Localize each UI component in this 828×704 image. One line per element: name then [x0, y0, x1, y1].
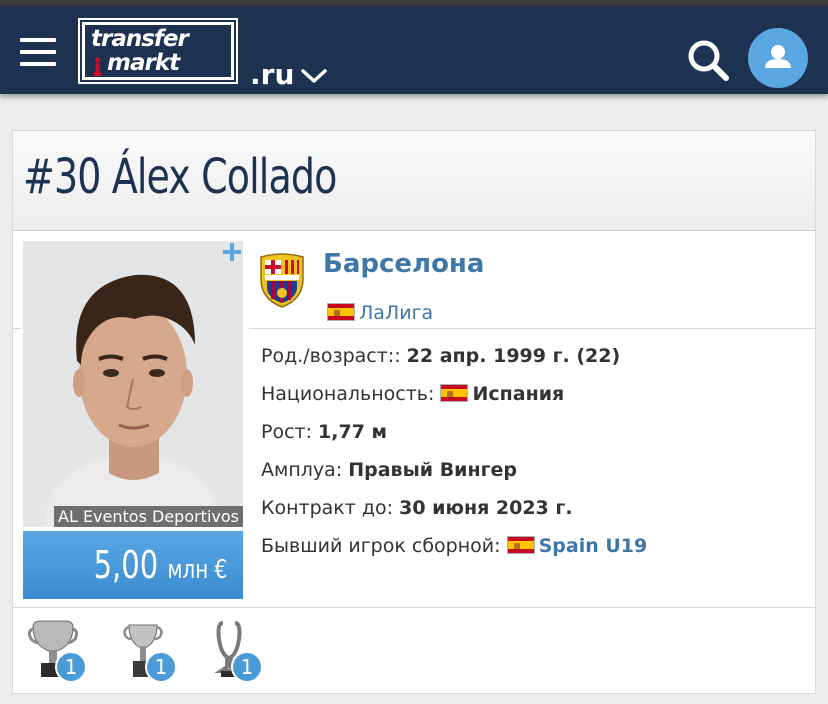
market-value: 5,00 млн € — [93, 543, 227, 587]
trophy-count-badge: 1 — [231, 651, 263, 683]
info-row-contract: Контракт до: 30 июня 2023 г. — [261, 497, 573, 519]
info-label: Рост: — [261, 421, 312, 443]
supercup-trophy-icon[interactable]: 1 — [203, 617, 263, 683]
player-header: #30 Álex Collado — [13, 131, 815, 231]
info-label: Национальность: — [261, 383, 435, 405]
market-value-unit: млн € — [167, 555, 227, 585]
player-first-name: Álex — [111, 149, 191, 205]
player-photo[interactable]: AL Eventos Deportivos — [23, 241, 243, 527]
info-label: Род./возраст:: — [261, 345, 401, 367]
search-icon[interactable] — [684, 36, 732, 84]
info-value: 30 июня 2023 г. — [399, 497, 573, 519]
info-label: Бывший игрок сборной: — [261, 535, 501, 557]
user-icon — [765, 45, 791, 68]
national-team-link[interactable]: Spain U19 — [539, 535, 648, 557]
club-divider — [249, 328, 815, 329]
player-name: #30 Álex Collado — [23, 149, 337, 205]
club-link[interactable]: Барселона — [323, 249, 484, 279]
site-header: transfer markt .ru — [0, 6, 828, 94]
fc-barcelona-crest-icon[interactable] — [257, 253, 307, 309]
league-name: ЛаЛига — [359, 302, 434, 324]
domain-label[interactable]: .ru — [250, 58, 294, 91]
info-value: Правый Вингер — [348, 459, 518, 481]
user-account-button[interactable] — [748, 28, 808, 88]
transfermarkt-logo[interactable]: transfer markt — [78, 18, 238, 84]
info-row-position: Амплуа: Правый Вингер — [261, 459, 517, 481]
cup-trophy-icon[interactable]: 1 — [117, 617, 177, 683]
chevron-down-icon[interactable] — [300, 66, 328, 86]
player-number: #30 — [23, 149, 101, 205]
spain-flag-icon — [327, 303, 355, 321]
info-label: Контракт до: — [261, 497, 394, 519]
league-link[interactable]: ЛаЛига — [327, 302, 433, 324]
menu-icon[interactable] — [20, 38, 56, 66]
info-value: 22 апр. 1999 г. (22) — [406, 345, 621, 367]
info-row-nationality: Национальность: Испания — [261, 383, 564, 405]
logo-text-markt: markt — [107, 50, 180, 76]
player-portrait-image — [23, 241, 243, 527]
market-value-amount: 5,00 — [93, 543, 159, 587]
info-label: Амплуа: — [261, 459, 343, 481]
info-value: Испания — [472, 383, 565, 405]
trophy-count-badge: 1 — [55, 651, 87, 683]
divider — [13, 328, 21, 329]
laliga-trophy-icon[interactable]: 1 — [27, 617, 87, 683]
info-row-birth: Род./возраст:: 22 апр. 1999 г. (22) — [261, 345, 620, 367]
spain-flag-icon — [440, 384, 469, 402]
player-card: #30 Álex Collado AL Eventos Deportivos 5… — [12, 130, 816, 694]
info-row-former-national: Бывший игрок сборной: Spain U19 — [261, 535, 647, 557]
spain-flag-icon — [506, 536, 535, 554]
trophy-count-badge: 1 — [145, 651, 177, 683]
plus-icon[interactable] — [221, 241, 243, 263]
market-value-box[interactable]: 5,00 млн € — [23, 531, 243, 599]
info-value: 1,77 м — [318, 421, 388, 443]
info-row-height: Рост: 1,77 м — [261, 421, 387, 443]
logo-player-icon — [94, 57, 101, 76]
photo-credit: AL Eventos Deportivos — [54, 506, 243, 527]
player-last-name: Collado — [201, 149, 337, 205]
logo-text-transfer: transfer — [91, 26, 189, 52]
trophies-divider — [13, 607, 815, 608]
